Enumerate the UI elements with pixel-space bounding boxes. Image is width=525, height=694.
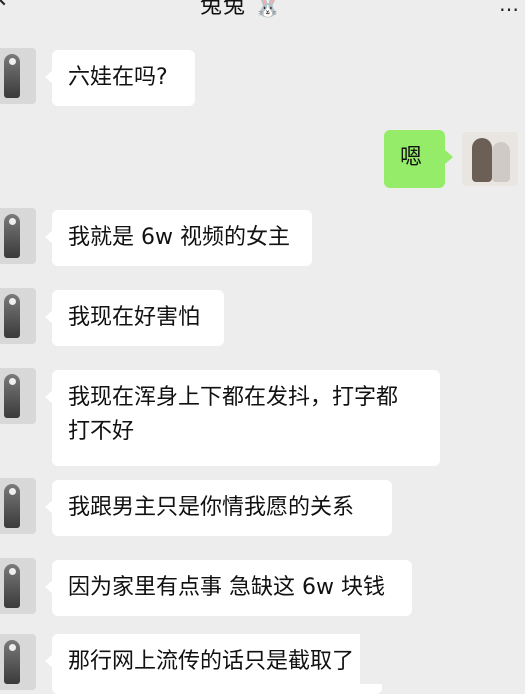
message-bubble-incoming: 那行网上流传的话只是截取了: [45, 634, 382, 694]
message-bubble-incoming: 我现在好害怕: [45, 290, 224, 346]
contact-avatar[interactable]: [0, 288, 36, 344]
contact-avatar[interactable]: [0, 478, 36, 534]
message-bubble-outgoing: 嗯: [384, 130, 453, 188]
message-bubble-incoming: 我现在浑身上下都在发抖，打字都 打不好: [45, 370, 440, 466]
contact-avatar[interactable]: [0, 558, 36, 614]
message-bubble-incoming: 六娃在吗?: [45, 50, 195, 106]
contact-avatar[interactable]: [0, 208, 36, 264]
message-bubble-incoming: 我跟男主只是你情我愿的关系: [45, 480, 392, 536]
top-bar: 兔兔 🐰 …: [0, 0, 525, 22]
contact-avatar[interactable]: [0, 634, 36, 690]
chat-area: 六娃在吗? 嗯 我就是 6w 视频的女主 我现在好害怕 我现在浑身上下都在发抖，…: [0, 22, 525, 694]
bottom-fade: [360, 634, 525, 684]
message-bubble-incoming: 因为家里有点事 急缺这 6w 块钱: [45, 560, 412, 616]
back-icon[interactable]: [0, 0, 16, 6]
message-bubble-incoming: 我就是 6w 视频的女主: [45, 210, 312, 266]
contact-avatar[interactable]: [0, 48, 36, 104]
contact-avatar[interactable]: [0, 368, 36, 424]
user-avatar[interactable]: [462, 132, 518, 186]
chat-title: 兔兔 🐰: [200, 0, 283, 19]
more-icon[interactable]: …: [499, 0, 519, 16]
